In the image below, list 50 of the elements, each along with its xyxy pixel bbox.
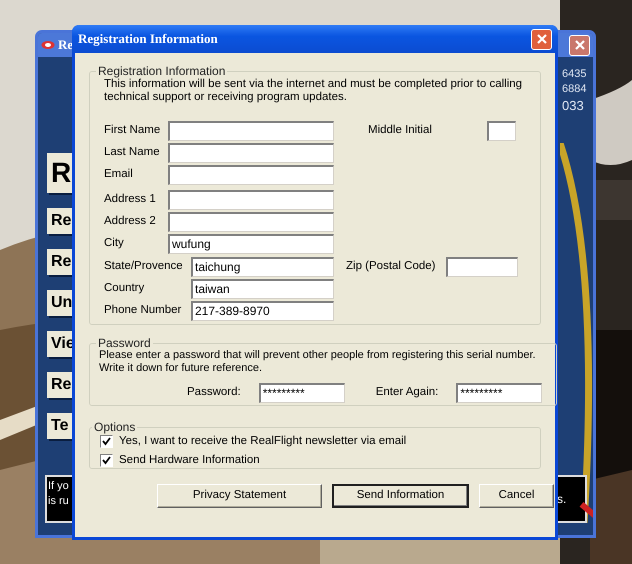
field-label: Phone Number xyxy=(104,303,182,318)
window-title: Registration Information xyxy=(78,30,218,48)
close-button[interactable] xyxy=(531,28,552,50)
notice-text: is ru xyxy=(48,494,70,509)
text-field[interactable] xyxy=(168,212,334,232)
text-field[interactable]: wufung xyxy=(168,234,334,254)
checkbox-label: Yes, I want to receive the RealFlight newsletter via email xyxy=(119,434,406,449)
password-field[interactable]: ********* xyxy=(456,383,542,403)
field-label: Enter Again: xyxy=(376,385,438,400)
dialog-button[interactable]: Cancel xyxy=(479,484,554,508)
window-title: Re xyxy=(58,36,74,54)
field-label: Address 1 xyxy=(104,192,157,208)
text-field[interactable] xyxy=(487,121,516,141)
field-label: Email xyxy=(104,167,134,182)
app-icon xyxy=(41,40,55,50)
text-field[interactable] xyxy=(446,257,518,277)
serial-number-text: 033 xyxy=(562,99,585,113)
dialog-button[interactable]: Privacy Statement xyxy=(157,484,322,508)
serial-number-text: 6884 xyxy=(562,82,586,96)
checkbox[interactable] xyxy=(100,435,113,448)
description-text: Please enter a password that will prevent other people from registering this serial number. Write it down for future reference. xyxy=(99,349,537,375)
field-label: State/Provence xyxy=(104,259,184,274)
dialog-button[interactable]: Send Information xyxy=(332,484,469,508)
checkbox-label: Send Hardware Information xyxy=(119,453,260,468)
group-title: Registration Information xyxy=(97,63,226,78)
close-icon xyxy=(574,39,586,51)
close-icon xyxy=(536,33,548,45)
serial-number-text: 6435 xyxy=(562,67,586,81)
field-label: Address 2 xyxy=(104,214,157,230)
text-field[interactable] xyxy=(168,143,334,163)
description-text: This information will be sent via the internet and must be completed prior to calling technical support or receiving program updates. xyxy=(104,78,524,104)
text-field[interactable] xyxy=(168,190,334,210)
field-label: Zip (Postal Code) xyxy=(346,259,436,274)
text-field[interactable]: 217-389-8970 xyxy=(191,301,334,321)
field-label: Country xyxy=(104,281,146,296)
text-field[interactable] xyxy=(168,165,334,185)
field-label: Middle Initial xyxy=(368,123,433,138)
field-label: First Name xyxy=(104,123,162,138)
checkbox[interactable] xyxy=(100,454,113,468)
group-title: Options xyxy=(93,419,136,436)
group-title: Password xyxy=(97,335,152,350)
close-button[interactable] xyxy=(569,34,590,56)
text-field[interactable]: taichung xyxy=(191,257,334,277)
field-label: City xyxy=(104,236,125,252)
field-label: Password: xyxy=(187,385,241,400)
text-field[interactable]: taiwan xyxy=(191,279,334,299)
text-field[interactable] xyxy=(168,121,334,141)
notice-text: If yo xyxy=(48,479,70,494)
password-field[interactable]: ********* xyxy=(258,383,345,403)
field-label: Last Name xyxy=(104,145,161,160)
